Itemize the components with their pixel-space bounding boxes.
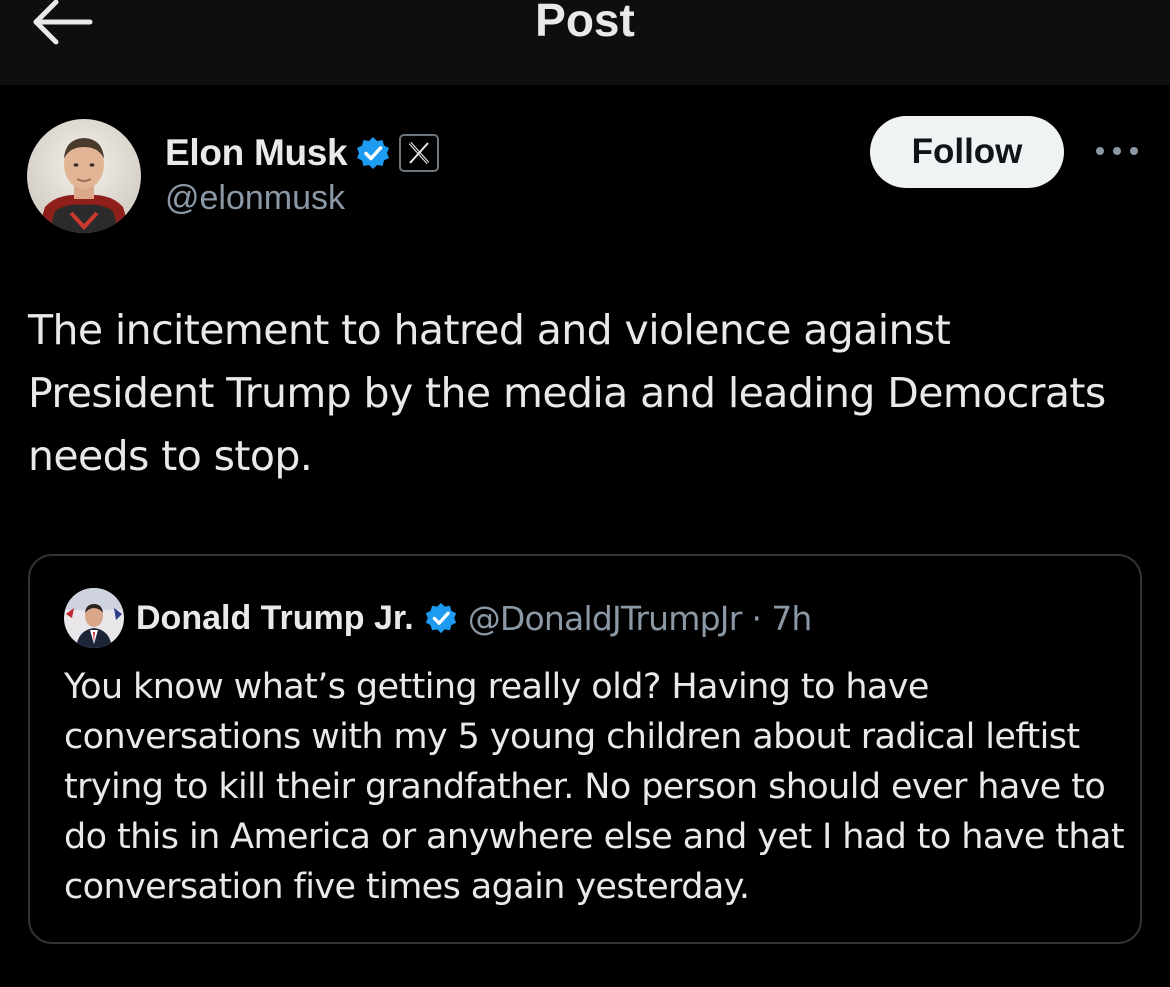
verified-badge-icon [424,601,458,635]
author-name[interactable]: Elon Musk [165,132,348,174]
avatar-image [27,119,141,233]
x-logo-icon[interactable] [399,134,440,172]
quoted-post[interactable]: Donald Trump Jr. @DonaldJTrumpJr · 7h Yo… [28,554,1142,944]
avatar-image [64,588,124,648]
author-name-row: Elon Musk [165,129,440,177]
quote-timestamp: 7h [771,598,812,638]
top-bar: Post [0,0,1170,85]
quote-author-handle: @DonaldJTrumpJr [467,598,743,638]
page-title: Post [535,0,635,46]
quote-author-avatar[interactable] [64,588,124,648]
more-options-button[interactable] [1092,137,1142,165]
author-handle[interactable]: @elonmusk [165,179,345,218]
more-horizontal-icon [1096,147,1138,155]
post-text: The incitement to hatred and violence ag… [28,306,1106,480]
follow-button[interactable]: Follow [870,116,1064,188]
quote-text: You know what’s getting really old? Havi… [64,667,1125,907]
quote-header: Donald Trump Jr. @DonaldJTrumpJr · 7h [136,592,812,644]
separator-dot: · [751,598,762,638]
verified-badge-icon [355,135,391,171]
quote-author-name: Donald Trump Jr. [136,598,414,637]
author-avatar[interactable] [27,119,141,233]
post-detail: Elon Musk @elonmusk Follow The incitemen… [0,85,1170,987]
